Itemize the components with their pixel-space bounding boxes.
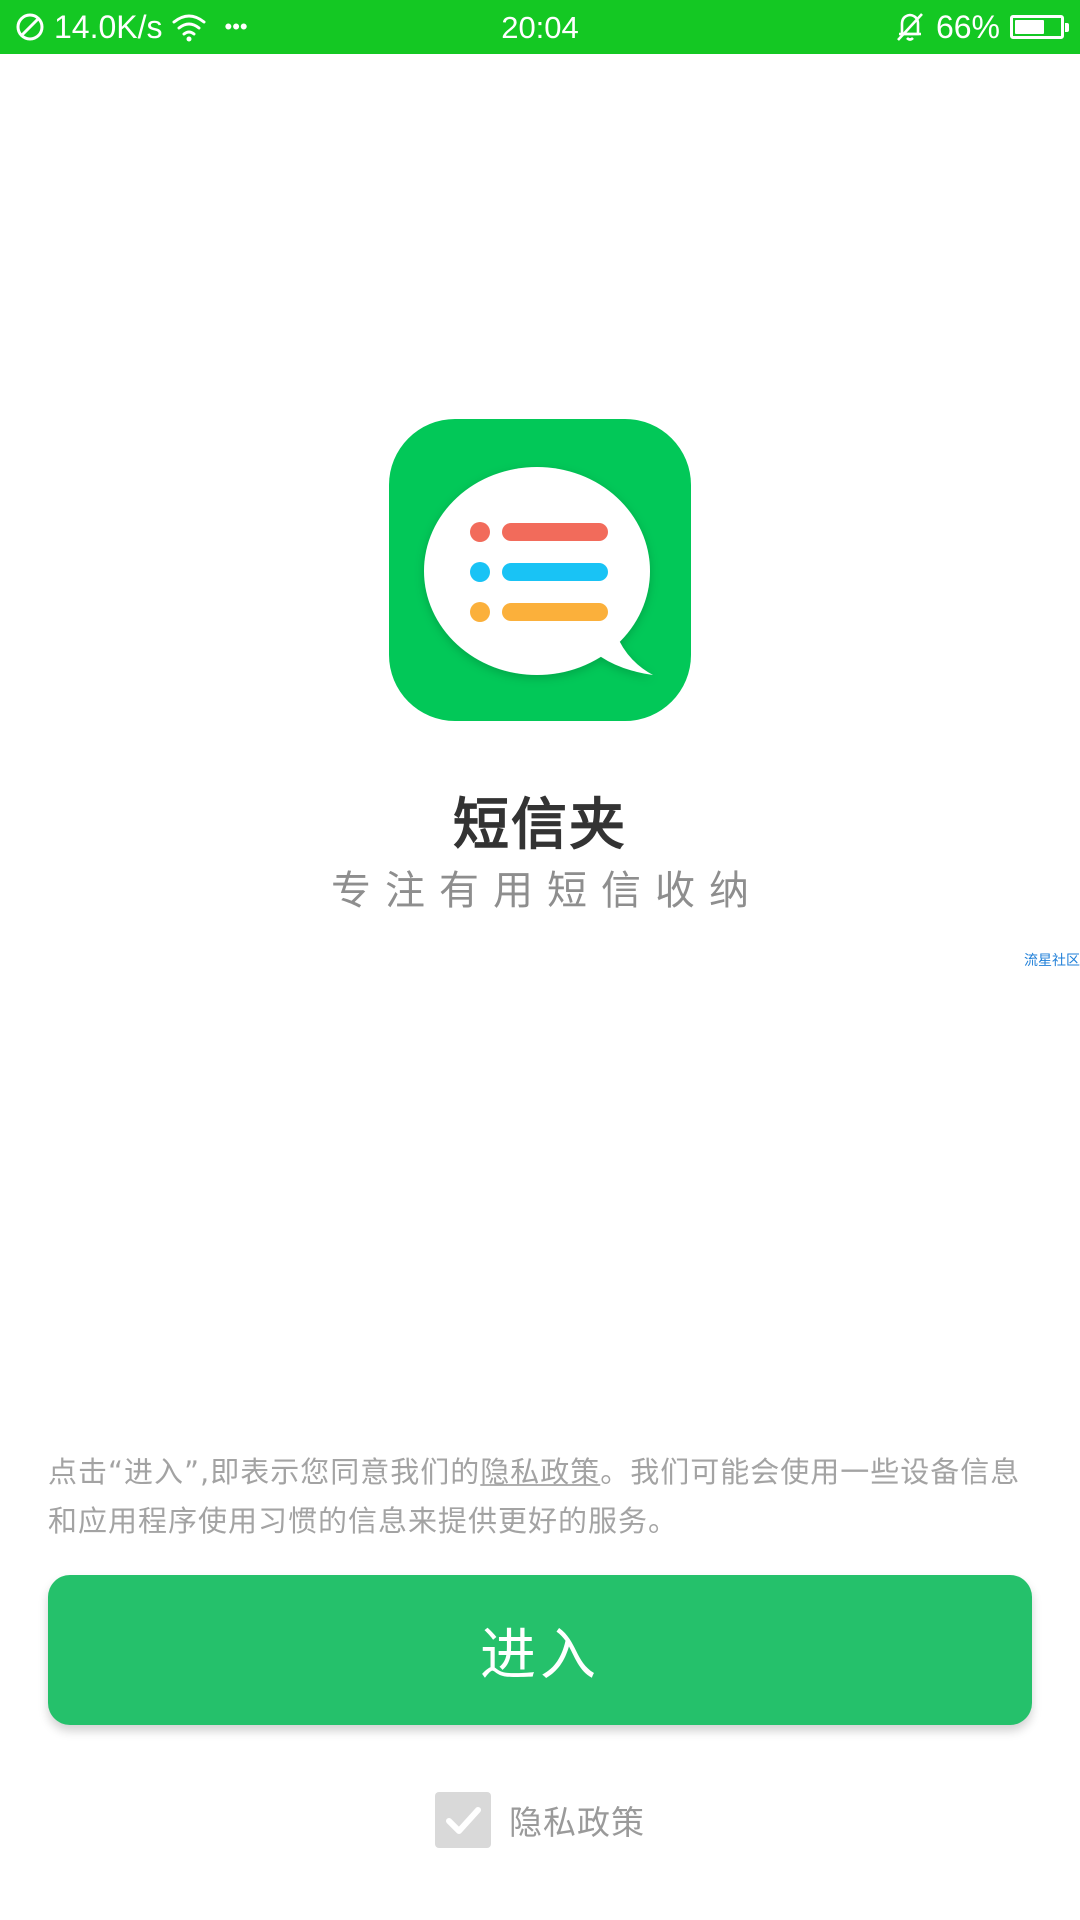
battery-icon (1010, 15, 1069, 39)
privacy-checkbox[interactable] (435, 1792, 491, 1848)
notice-prefix: 点击“进入”,即表示您同意我们的 (48, 1455, 481, 1489)
network-speed: 14.0K/s (54, 9, 163, 45)
wifi-icon (171, 11, 207, 43)
app-logo (389, 419, 691, 721)
privacy-agreement-row: 隐私政策 (0, 1792, 1080, 1848)
status-bar: 14.0K/s ••• 20:04 66% (0, 0, 1080, 54)
watermark-text: 流星社区 (1024, 953, 1080, 969)
privacy-policy-link[interactable]: 隐私政策 (480, 1455, 600, 1489)
status-bar-left: 14.0K/s ••• (14, 0, 248, 54)
enter-button[interactable]: 进入 (48, 1575, 1032, 1725)
more-notifications: ••• (224, 14, 248, 39)
privacy-checkbox-label[interactable]: 隐私政策 (509, 1796, 645, 1844)
app-name: 短信夹 (453, 793, 627, 858)
status-bar-right: 66% (894, 0, 1069, 54)
no-sim-icon (14, 11, 46, 43)
privacy-notice: 点击“进入”,即表示您同意我们的隐私政策。我们可能会使用一些设备信息和应用程序使… (48, 1448, 1028, 1546)
battery-percent: 66% (935, 9, 1000, 45)
app-slogan: 专注有用短信收纳 (331, 868, 763, 914)
bell-muted-icon (894, 10, 926, 44)
message-list-bubble-icon (424, 467, 653, 675)
checkmark-icon (446, 1807, 481, 1834)
battery-level-fill (1015, 20, 1044, 34)
